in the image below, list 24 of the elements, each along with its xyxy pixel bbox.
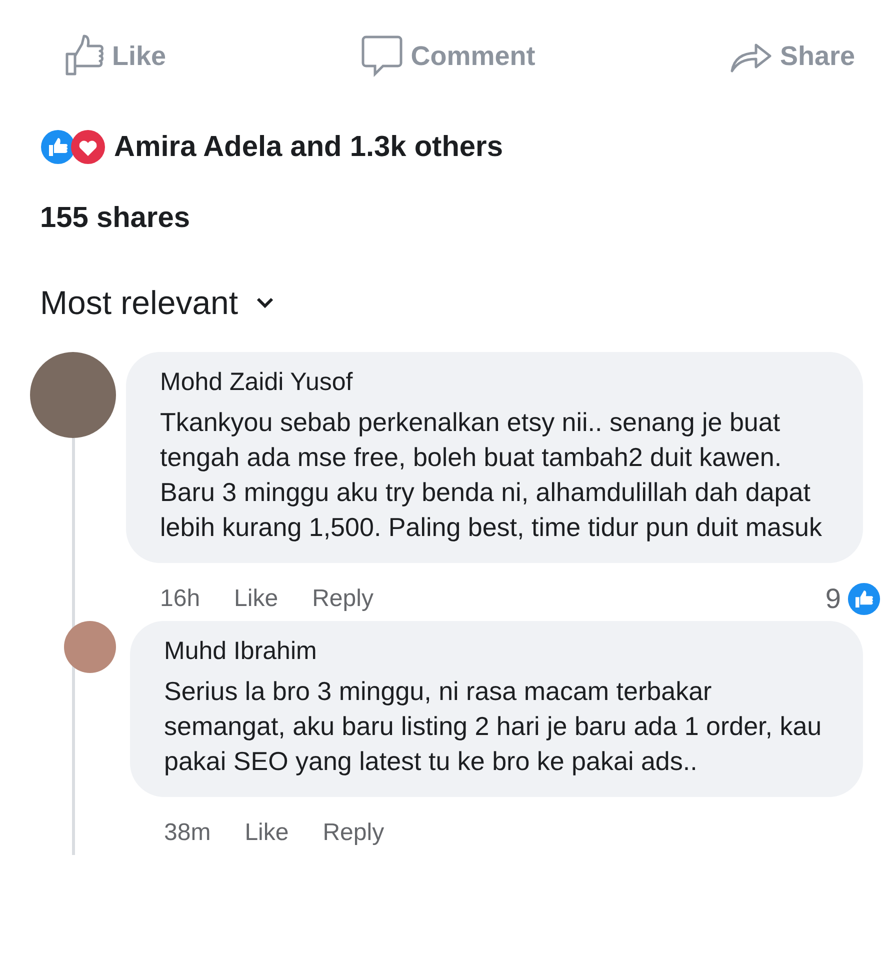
reply-link[interactable]: Reply — [312, 585, 374, 613]
like-reaction-icon — [40, 129, 76, 165]
heart-reaction-icon — [70, 129, 106, 165]
shares-count[interactable]: 155 shares — [40, 202, 893, 242]
comment-author[interactable]: Mohd Zaidi Yusof — [160, 368, 829, 397]
thumbs-up-icon — [64, 34, 104, 78]
comment-text: Serius la bro 3 minggu, ni rasa macam terbakar semangat, aku baru listing 2 hari je baru ada 1 order, kau pakai SEO yang latest tu ke bro ke pakai ads.. — [164, 675, 823, 778]
comment-time: 38m — [164, 819, 211, 847]
reply-link[interactable]: Reply — [322, 819, 384, 847]
reactions-summary[interactable]: Amira Adela and 1.3k others — [114, 130, 503, 164]
avatar[interactable] — [64, 621, 116, 673]
like-button[interactable]: Like — [64, 34, 166, 78]
comment-text: Tkankyou sebab perkenalkan etsy nii.. senang je buat tengah ada mse free, boleh buat tambah2 duit kawen. Baru 3 minggu aku try benda ni, alhamdulillah dah dapat lebih kurang 1,500. Paling best, time tidur pun duit masuk — [160, 406, 823, 544]
like-reaction-icon — [847, 582, 881, 616]
like-count: 9 — [825, 583, 841, 615]
share-button[interactable]: Share — [730, 39, 855, 73]
speech-bubble-icon — [360, 35, 403, 77]
like-link[interactable]: Like — [234, 585, 278, 613]
sort-dropdown[interactable]: Most relevant — [40, 284, 274, 322]
comment-time: 16h — [160, 585, 200, 613]
chevron-down-icon — [256, 297, 274, 309]
comment-button[interactable]: Comment — [360, 35, 536, 77]
comment-author[interactable]: Muhd Ibrahim — [164, 637, 829, 666]
like-link[interactable]: Like — [244, 819, 289, 847]
